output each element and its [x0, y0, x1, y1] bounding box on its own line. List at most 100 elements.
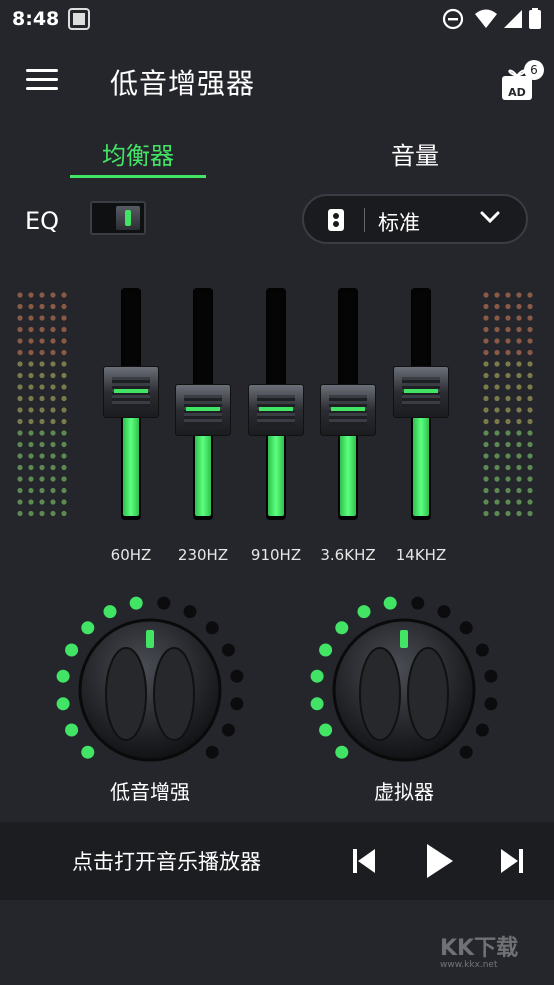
level-meter-dot	[505, 499, 511, 505]
slider-thumb[interactable]	[248, 384, 304, 437]
band-slider[interactable]	[103, 288, 159, 520]
level-meter-dot	[494, 349, 500, 356]
level-meter-dot	[527, 430, 533, 436]
level-meter-dot	[28, 361, 34, 367]
knob-level-dot	[310, 669, 324, 683]
level-meter-dot	[516, 441, 522, 448]
slider-thumb[interactable]	[393, 366, 449, 419]
level-meter-dot	[39, 464, 45, 471]
level-meter-dot	[61, 476, 67, 482]
eq-switch[interactable]	[90, 201, 146, 235]
knob-level-dot	[484, 669, 498, 683]
level-meter-dot	[516, 487, 522, 494]
level-meter-dot	[39, 407, 45, 413]
knob-level-dot	[183, 605, 197, 619]
knob-level-dot	[335, 621, 349, 635]
level-meter-dot	[50, 418, 56, 425]
open-player-text[interactable]: 点击打开音乐播放器	[72, 846, 261, 876]
level-meter-dot	[516, 464, 522, 471]
level-meter-dot	[50, 395, 56, 402]
menu-button[interactable]	[26, 69, 60, 93]
virtualizer-control: 虚拟器	[304, 590, 504, 830]
bass-boost-knob[interactable]	[50, 590, 250, 770]
level-meter-dot	[61, 430, 67, 436]
level-meter-dot	[516, 499, 522, 505]
level-meter-dot	[516, 476, 522, 482]
level-meter-dot	[483, 453, 489, 459]
level-meter-dot	[28, 418, 34, 425]
level-meter-dot	[483, 476, 489, 482]
slider-thumb[interactable]	[320, 384, 376, 437]
level-meter-dot	[39, 349, 45, 356]
level-meter-dot	[17, 464, 23, 471]
preset-divider	[364, 208, 365, 232]
level-meter-dot	[17, 487, 23, 494]
knob-level-dot	[81, 621, 95, 635]
level-meter-dot	[50, 464, 56, 471]
level-meter-dot	[17, 315, 23, 321]
virtualizer-label: 虚拟器	[374, 780, 434, 804]
knob-level-dot	[310, 697, 324, 711]
knob-grip	[153, 647, 195, 741]
level-meter-dot	[50, 430, 56, 436]
ad-count-badge: 6	[524, 60, 544, 80]
band-slider[interactable]	[393, 288, 449, 520]
level-meter-dot	[527, 372, 533, 379]
level-meter-dot	[61, 315, 67, 321]
tab-bar: 均衡器 音量	[0, 128, 554, 182]
knob-indicator	[146, 630, 154, 648]
watermark-url: www.kkx.net	[440, 960, 498, 970]
virtualizer-knob[interactable]	[304, 590, 504, 770]
slider-thumb[interactable]	[103, 366, 159, 419]
level-meter-dot	[505, 315, 511, 321]
level-meter-dot	[28, 464, 34, 471]
level-meter-dot	[28, 384, 34, 390]
slider-thumb[interactable]	[175, 384, 231, 437]
band-slider[interactable]	[320, 288, 376, 520]
signal-icon	[504, 10, 522, 28]
level-meter-dot	[61, 372, 67, 379]
level-meter-dot	[527, 326, 533, 333]
level-meter-dot	[39, 338, 45, 344]
knob-level-dot	[205, 621, 219, 635]
level-meter-dot	[50, 441, 56, 448]
level-meter-dot	[39, 499, 45, 505]
knob-grip	[407, 647, 449, 741]
level-meter-dot	[28, 338, 34, 344]
watermark: KK下载 www.kkx.net	[440, 930, 518, 970]
preset-dropdown[interactable]: 标准	[302, 194, 528, 244]
level-meter-dot	[527, 464, 533, 471]
knob-level-dot	[56, 697, 70, 711]
level-meter-dot	[505, 441, 511, 448]
level-meter-dot	[494, 315, 500, 321]
level-meter-dot	[494, 292, 500, 298]
level-meter-dot	[39, 487, 45, 494]
level-meter-dot	[61, 487, 67, 494]
knob-level-dot	[157, 596, 171, 610]
level-meter-dot	[494, 361, 500, 367]
level-meter-dot	[61, 453, 67, 459]
chevron-down-icon	[480, 211, 500, 224]
level-meter-dot	[17, 430, 23, 436]
level-meter-dot	[505, 453, 511, 459]
previous-icon[interactable]	[352, 848, 376, 874]
next-icon[interactable]	[500, 848, 524, 874]
speaker-icon	[328, 209, 344, 231]
level-meter-dot	[494, 326, 500, 333]
level-meter-dot	[494, 510, 500, 517]
level-meter-dot	[28, 407, 34, 413]
knob-level-dot	[484, 697, 498, 711]
left-level-meter	[17, 292, 67, 517]
play-icon[interactable]	[425, 843, 455, 879]
tab-volume[interactable]: 音量	[350, 136, 480, 171]
band-slider[interactable]	[248, 288, 304, 520]
knob-level-dot	[459, 745, 473, 759]
level-meter-dot	[39, 384, 45, 390]
app-title: 低音增强器	[110, 67, 256, 100]
knob-level-dot	[411, 596, 425, 610]
level-meter-dot	[527, 453, 533, 459]
tab-equalizer[interactable]: 均衡器	[70, 136, 206, 171]
level-meter-dot	[494, 338, 500, 344]
ad-gift-button[interactable]: AD 6	[498, 60, 544, 100]
band-slider[interactable]	[175, 288, 231, 520]
